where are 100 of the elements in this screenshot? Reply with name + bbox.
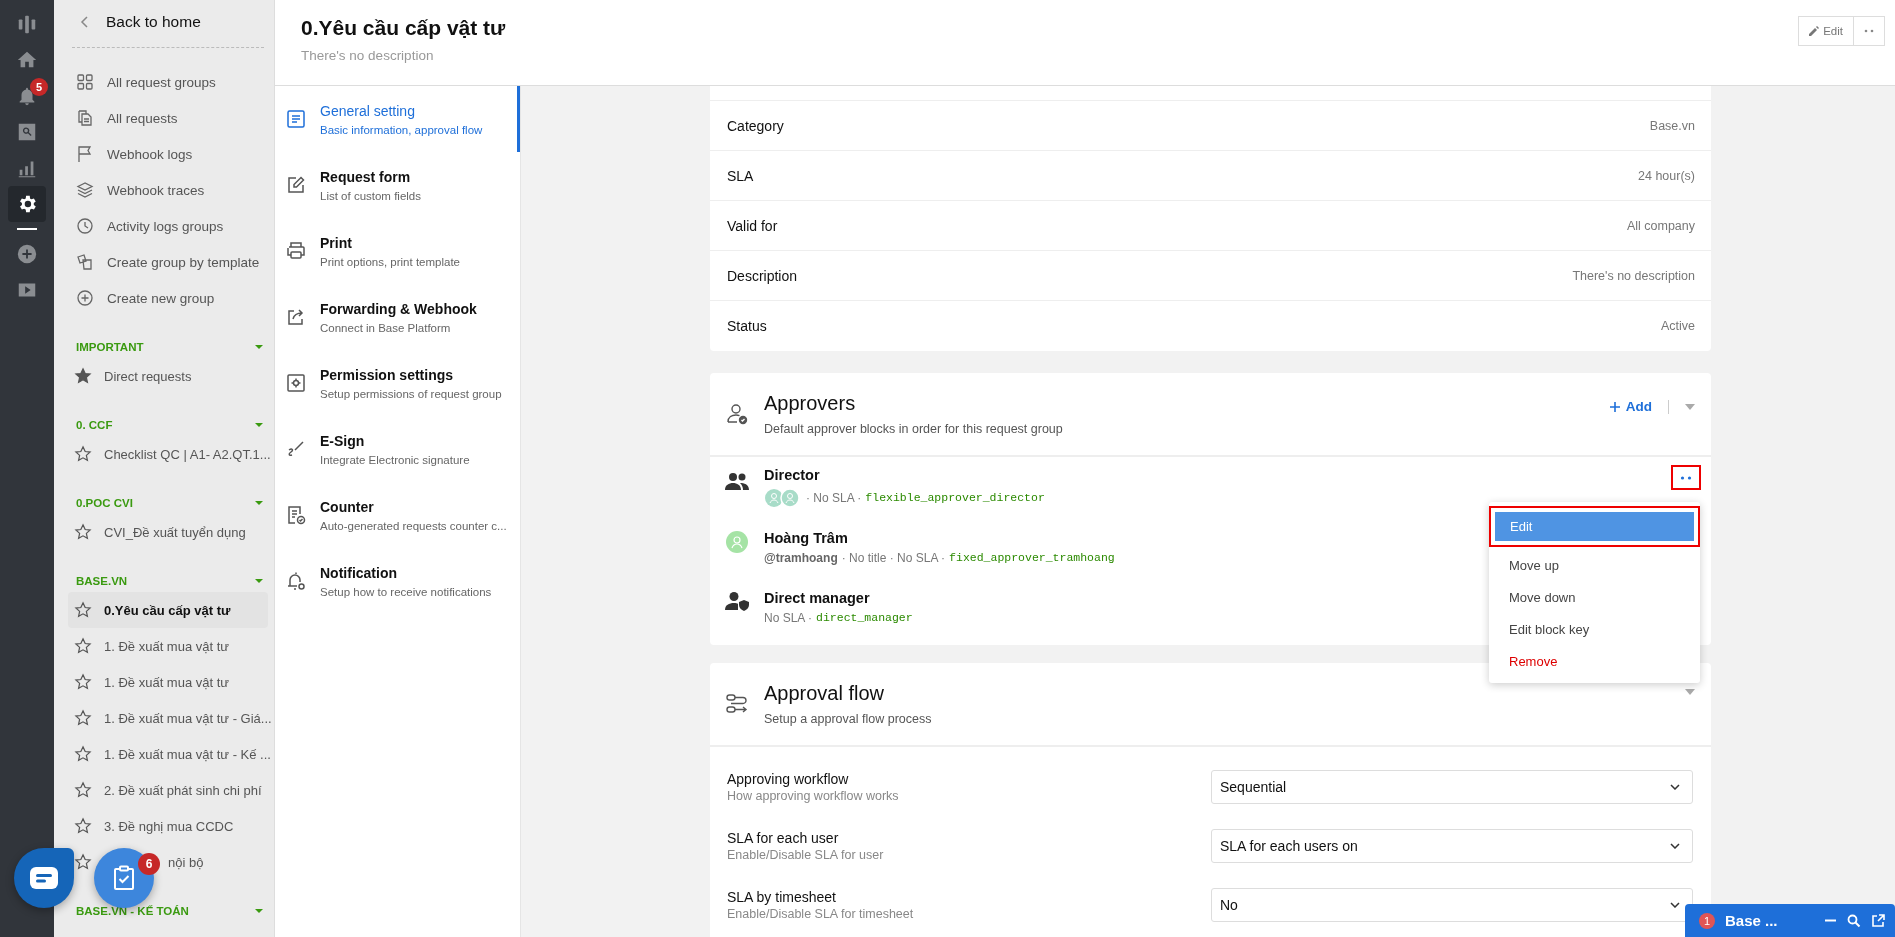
settings-tab[interactable]: Permission settings Setup permissions of request group	[275, 350, 520, 416]
settings-tab[interactable]: Forwarding & Webhook Connect in Base Platform	[275, 284, 520, 350]
request-group-item[interactable]: 2. Đề xuất phát sinh chi phí	[68, 772, 268, 808]
request-group-item[interactable]: 0.Yêu cầu cấp vật tư	[68, 592, 268, 628]
caret-icon[interactable]	[1685, 689, 1695, 695]
tab-subtitle: List of custom fields	[320, 189, 421, 202]
star-icon[interactable]	[74, 817, 92, 835]
field-value: 24 hour(s)	[1638, 168, 1695, 183]
user-check-icon	[724, 401, 750, 427]
request-group-label: Checklist QC | A1- A2.QT.1...	[104, 446, 271, 462]
star-icon[interactable]	[74, 781, 92, 799]
settings-tab[interactable]: Counter Auto-generated requests counter c...	[275, 482, 520, 548]
block-options-button[interactable]	[1671, 465, 1701, 490]
settings-tab[interactable]: Print Print options, print template	[275, 218, 520, 284]
star-icon[interactable]	[74, 853, 92, 871]
back-link[interactable]: Back to home	[68, 0, 268, 44]
tab-title: Notification	[320, 564, 398, 581]
settings-tab[interactable]: Request form List of custom fields	[275, 152, 520, 218]
external-link-icon[interactable]	[1871, 913, 1885, 928]
collapse-caret-icon[interactable]	[254, 906, 264, 916]
star-icon[interactable]	[74, 745, 92, 763]
sidebar-link[interactable]: Create group by template	[68, 244, 268, 280]
block-key: flexible_approver_director	[865, 491, 1045, 504]
sidebar-link[interactable]: All requests	[68, 100, 268, 136]
tab-title: Counter	[320, 498, 375, 515]
request-group-item[interactable]: Checklist QC | A1- A2.QT.1...	[68, 436, 268, 472]
menu-item[interactable]: Remove	[1489, 645, 1700, 677]
star-icon[interactable]	[74, 637, 92, 655]
section-heading: Approvers	[764, 392, 857, 415]
people-icon	[725, 471, 749, 491]
star-icon[interactable]	[74, 673, 92, 691]
field-label: Valid for	[727, 217, 778, 234]
setting-hint: How approving workflow works	[727, 788, 899, 803]
sidebar-link[interactable]: Create new group	[68, 280, 268, 316]
print-icon	[285, 240, 307, 262]
request-group-label: CVI_Đề xuất tuyển dụng	[104, 524, 246, 540]
copy-icon	[76, 109, 94, 127]
collapse-caret-icon[interactable]	[254, 420, 264, 430]
select-field[interactable]: SLA for each users on	[1211, 828, 1693, 863]
request-group-label: Direct requests	[104, 368, 192, 384]
setting-label: SLA by timesheet	[727, 888, 837, 905]
settings-tab[interactable]: Notification Setup how to receive notifications	[275, 548, 520, 614]
star-icon[interactable]	[74, 523, 92, 541]
notification-icon	[285, 570, 307, 592]
star-icon[interactable]	[74, 601, 92, 619]
tab-title: Request form	[320, 168, 412, 185]
edit-button[interactable]: Edit	[1798, 16, 1854, 46]
request-group-item[interactable]: CVI_Đề xuất tuyển dụng	[68, 514, 268, 550]
select-field[interactable]: Sequential	[1211, 769, 1693, 804]
menu-item[interactable]: Edit block key	[1489, 613, 1700, 645]
star-icon[interactable]	[74, 445, 92, 463]
sidebar-link-label: Webhook logs	[107, 146, 193, 162]
section-description: Default approver blocks in order for this request group	[764, 422, 1064, 436]
request-group-item[interactable]: Direct requests	[68, 358, 268, 394]
setting-label: Approving workflow	[727, 770, 850, 787]
collapse-caret-icon[interactable]	[254, 342, 264, 352]
sidebar-link[interactable]: Activity logs groups	[68, 208, 268, 244]
field-value: There's no description	[1572, 268, 1695, 283]
tab-subtitle: Setup how to receive notifications	[320, 585, 492, 598]
sidebar-link[interactable]: Webhook logs	[68, 136, 268, 172]
approver-username: @tramhoang	[764, 550, 838, 565]
sidebar-link[interactable]: All request groups	[68, 64, 268, 100]
chat-bar[interactable]: 1 Base ...	[1685, 904, 1895, 937]
star-icon[interactable]	[74, 709, 92, 727]
field-label: SLA	[727, 167, 754, 184]
grid-icon	[76, 73, 94, 91]
bell-nav-button[interactable]: 5	[8, 78, 46, 114]
search-icon	[16, 121, 38, 143]
field-value: Active	[1660, 319, 1695, 333]
search-icon[interactable]	[1847, 913, 1861, 928]
field-value: Base.vn	[1649, 118, 1695, 133]
pencil-icon	[1809, 26, 1820, 36]
star-icon[interactable]	[74, 367, 92, 385]
tab-title: E-Sign	[320, 432, 366, 449]
request-group-label: 2. Đề xuất phát sinh chi phí	[104, 782, 262, 798]
section-title: BASE.VN - KẾ TOÁN	[76, 905, 189, 917]
menu-item[interactable]: Move up	[1489, 549, 1700, 581]
notification-badge: 5	[30, 78, 48, 96]
request-group-item[interactable]: 1. Đề xuất mua vật tư - Kế ...	[68, 736, 268, 772]
user-shield-icon	[725, 591, 749, 611]
approver-details: · No SLA ·	[806, 490, 862, 505]
request-group-item[interactable]: nội bộ	[168, 854, 204, 870]
collapse-caret-icon[interactable]	[254, 576, 264, 586]
approver-details: No SLA ·	[764, 610, 813, 625]
sidebar-link[interactable]: Webhook traces	[68, 172, 268, 208]
clock-icon	[76, 217, 94, 235]
approver-name: Hoàng Trâm	[764, 529, 848, 546]
settings-nav-button[interactable]	[8, 186, 46, 222]
field-label: Category	[727, 117, 784, 134]
add-button[interactable]: Add	[1609, 399, 1652, 414]
collapse-caret-icon[interactable]	[254, 498, 264, 508]
request-group-item[interactable]: 3. Đề nghị mua CCDC	[68, 808, 268, 844]
avatars-icon	[764, 487, 802, 508]
request-group-item[interactable]: 1. Đề xuất mua vật tư	[68, 664, 268, 700]
select-field[interactable]: No	[1211, 887, 1693, 922]
block-key: direct_manager	[816, 611, 913, 624]
settings-tab[interactable]: E-Sign Integrate Electronic signature	[275, 416, 520, 482]
request-group-label: 1. Đề xuất mua vật tư	[104, 638, 230, 654]
menu-item[interactable]: Move down	[1489, 581, 1700, 613]
request-group-item[interactable]: 1. Đề xuất mua vật tư	[68, 628, 268, 664]
